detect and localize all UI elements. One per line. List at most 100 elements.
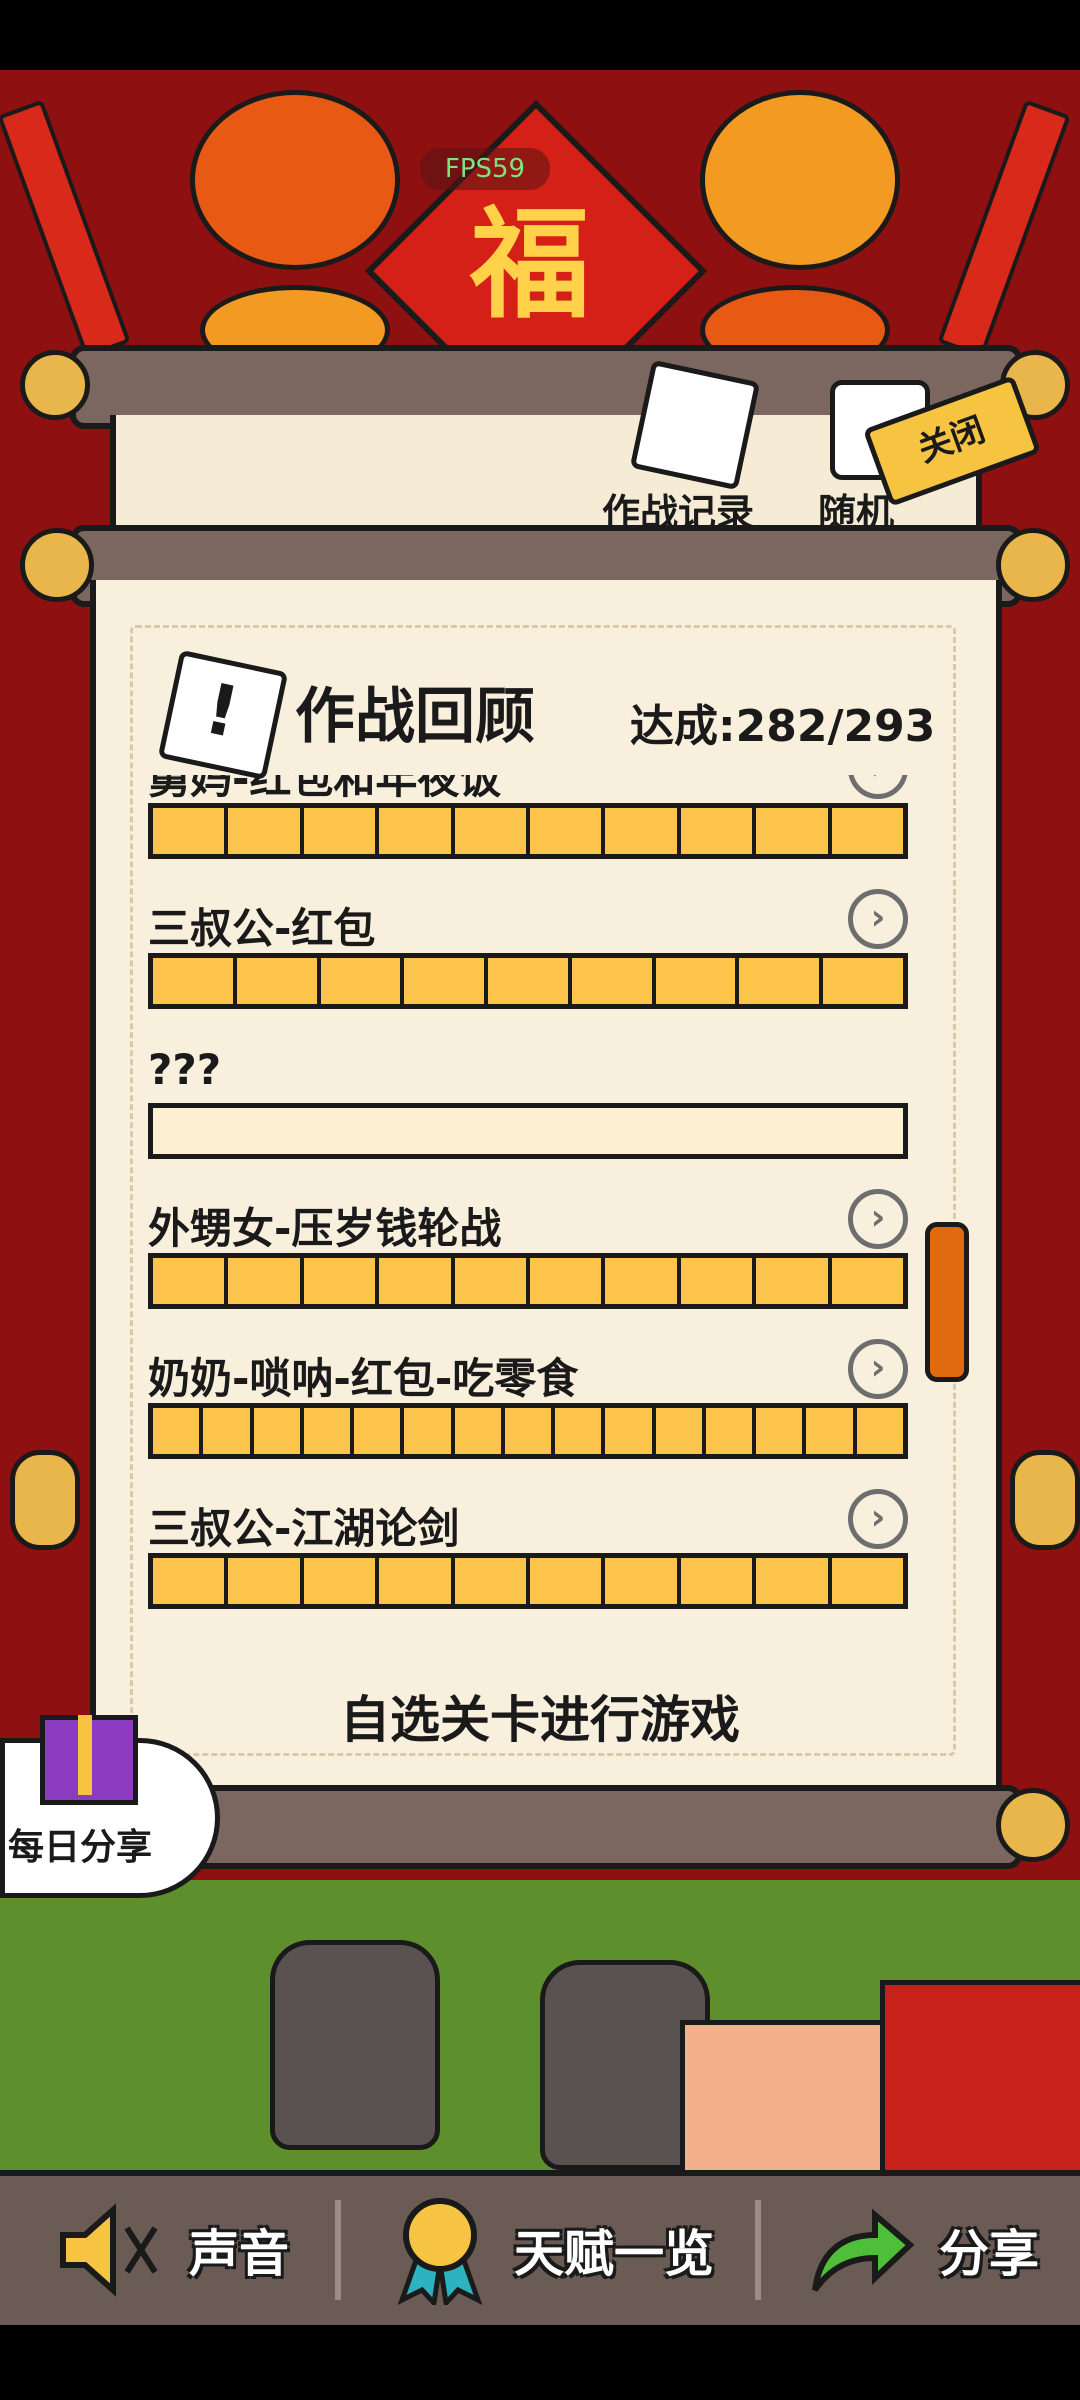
share-label: 分享 — [939, 2225, 1039, 2283]
progress-segment — [756, 1258, 832, 1304]
daily-share-label: 每日分享 — [8, 1827, 153, 1868]
progress-segment — [203, 1408, 254, 1454]
achievement-progress: 达成:282/293 — [630, 701, 936, 752]
lantern-left — [190, 90, 400, 270]
progress-segment — [153, 1108, 903, 1154]
chevron-right-icon[interactable]: › — [848, 1189, 908, 1249]
progress-segment — [856, 1408, 903, 1454]
progress-segment — [228, 808, 304, 854]
progress-segment — [530, 1258, 606, 1304]
status-bar — [0, 0, 1080, 70]
progress-segment — [655, 1408, 706, 1454]
panel-title: 作战回顾 — [295, 682, 535, 752]
progress-segment — [488, 958, 572, 1004]
progress-segment — [655, 958, 740, 1004]
progress-segment — [320, 958, 405, 1004]
toolbar-divider-1 — [335, 2200, 341, 2300]
fps-counter: FPS59 — [420, 148, 550, 190]
progress-segment — [605, 1408, 656, 1454]
progress-segment — [379, 808, 455, 854]
progress-segment — [605, 808, 681, 854]
progress-segment — [228, 1258, 304, 1304]
share-button[interactable]: 分享 — [805, 2190, 1065, 2310]
progress-segment — [571, 958, 656, 1004]
progress-segment — [153, 958, 237, 1004]
list-scrollbar[interactable] — [925, 1222, 969, 1382]
progress-segment — [454, 808, 531, 854]
level-list[interactable]: 舅妈-红包和年夜饭›三叔公-红包›???外甥女-压岁钱轮战›奶奶-唢呐-红包-吃… — [148, 775, 908, 1645]
progress-segment — [404, 958, 489, 1004]
chevron-right-icon[interactable]: › — [848, 775, 908, 799]
chevron-right-icon[interactable]: › — [848, 889, 908, 949]
level-row[interactable]: 三叔公-江湖论剑 › — [148, 1485, 908, 1635]
level-row[interactable]: ??? — [148, 1035, 908, 1185]
level-progress-bar — [148, 803, 908, 859]
main-scroll-knob-top-left — [20, 528, 94, 602]
level-name: 舅妈-红包和年夜饭 — [148, 775, 502, 803]
level-row[interactable]: 舅妈-红包和年夜饭 › — [148, 775, 908, 885]
progress-segment — [303, 1258, 380, 1304]
sound-button[interactable]: 声音 — [55, 2190, 315, 2310]
progress-segment — [756, 1408, 807, 1454]
level-name: 三叔公-江湖论剑 — [148, 1504, 460, 1553]
progress-segment — [504, 1408, 556, 1454]
select-level-button[interactable]: 自选关卡进行游戏 — [340, 1680, 740, 1752]
progress-segment — [153, 1258, 229, 1304]
progress-segment — [831, 1558, 904, 1604]
progress-segment — [379, 1258, 455, 1304]
progress-segment — [228, 1558, 304, 1604]
progress-segment — [831, 1258, 904, 1304]
toolbar-divider-2 — [755, 2200, 761, 2300]
level-progress-bar — [148, 953, 908, 1009]
level-name: 三叔公-红包 — [148, 904, 376, 953]
back-scroll-knob-left — [20, 350, 90, 420]
progress-segment — [530, 1558, 606, 1604]
progress-segment — [605, 1258, 681, 1304]
progress-segment — [236, 958, 321, 1004]
system-nav-bar — [0, 2325, 1080, 2400]
level-row[interactable]: 奶奶-唢呐-红包-吃零食 › — [148, 1335, 908, 1485]
progress-segment — [680, 1258, 757, 1304]
sound-label: 声音 — [189, 2225, 289, 2283]
talent-overview-button[interactable]: 天赋一览 — [390, 2190, 750, 2310]
progress-segment — [379, 1558, 455, 1604]
speaker-muted-icon — [60, 2203, 158, 2297]
side-knob-left — [10, 1450, 80, 1550]
record-tab-icon — [629, 359, 761, 491]
main-scroll-knob-bottom-right — [996, 1788, 1070, 1862]
progress-segment — [454, 1258, 531, 1304]
chevron-right-icon[interactable]: › — [848, 1489, 908, 1549]
progress-segment — [756, 808, 832, 854]
progress-segment — [555, 1408, 606, 1454]
progress-segment — [806, 1408, 857, 1454]
progress-segment — [404, 1408, 455, 1454]
red-box-decoration — [880, 1980, 1080, 2180]
level-name: ??? — [148, 1045, 222, 1094]
progress-segment — [680, 808, 757, 854]
progress-segment — [831, 808, 904, 854]
progress-segment — [823, 958, 904, 1004]
progress-segment — [756, 1558, 832, 1604]
progress-segment — [530, 808, 606, 854]
progress-segment — [153, 1558, 229, 1604]
level-row[interactable]: 三叔公-红包 › — [148, 885, 908, 1035]
main-scroll-knob-top-right — [996, 528, 1070, 602]
lantern-right — [700, 90, 900, 270]
progress-segment — [454, 1558, 531, 1604]
side-knob-right — [1010, 1450, 1080, 1550]
talent-overview-label: 天赋一览 — [514, 2225, 714, 2283]
progress-segment — [303, 808, 380, 854]
progress-segment — [680, 1558, 757, 1604]
level-progress-bar — [148, 1103, 908, 1159]
progress-segment — [605, 1558, 681, 1604]
medal-icon — [397, 2198, 483, 2305]
wine-jar-left — [270, 1940, 440, 2150]
progress-segment — [153, 1408, 204, 1454]
progress-segment — [454, 1408, 505, 1454]
progress-segment — [739, 958, 824, 1004]
chevron-right-icon[interactable]: › — [848, 1339, 908, 1399]
level-row[interactable]: 外甥女-压岁钱轮战 › — [148, 1185, 908, 1335]
level-name: 外甥女-压岁钱轮战 — [148, 1204, 502, 1253]
progress-segment — [153, 808, 229, 854]
progress-segment — [354, 1408, 405, 1454]
